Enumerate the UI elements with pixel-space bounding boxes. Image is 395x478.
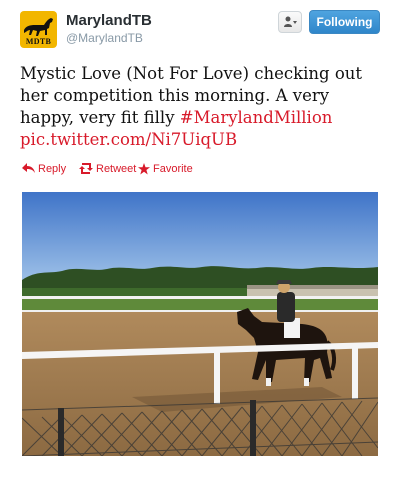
display-name[interactable]: MarylandTB (66, 12, 152, 29)
star-icon (138, 163, 150, 175)
user-handle[interactable]: @MarylandTB (66, 31, 143, 45)
favorite-label: Favorite (153, 163, 193, 175)
avatar[interactable]: MDTB (20, 11, 57, 48)
reply-label: Reply (38, 163, 67, 175)
user-menu-button[interactable] (278, 11, 302, 33)
retweet-label: Retweet (96, 163, 137, 175)
retweet-icon (79, 163, 93, 174)
tweet-header: MDTB MarylandTB @MarylandTB Following (0, 0, 395, 60)
following-button[interactable]: Following (309, 10, 380, 34)
hashtag-link[interactable]: #MarylandMillion (180, 108, 333, 127)
avatar-text: MDTB (25, 37, 52, 46)
tweet-photo[interactable] (22, 192, 378, 456)
reply-icon (22, 163, 35, 173)
user-dropdown-icon (284, 16, 297, 27)
pic-link[interactable]: pic.twitter.com/Ni7UiqUB (20, 130, 237, 149)
racetrack-photo (22, 192, 378, 456)
tweet-text: Mystic Love (Not For Love) checking out … (20, 63, 380, 151)
